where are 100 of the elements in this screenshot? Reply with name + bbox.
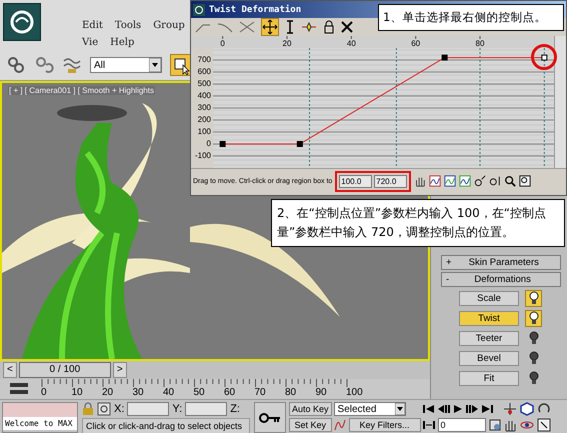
menu-item[interactable]: Edit [82, 20, 103, 33]
vertical-scrollbar[interactable] [554, 36, 566, 168]
control-point[interactable] [541, 54, 548, 61]
cross-curves-icon[interactable] [239, 20, 255, 34]
deformation-button[interactable]: Bevel [459, 350, 519, 366]
x-coordinate-field[interactable] [127, 402, 170, 416]
bulb-toggle[interactable] [525, 310, 542, 326]
deformation-button[interactable]: Fit [459, 370, 519, 386]
key-mode-icon[interactable] [422, 420, 435, 430]
delete-icon[interactable] [341, 21, 353, 33]
rollout-title: Deformations [473, 274, 532, 285]
previous-frame-button[interactable]: < [3, 362, 17, 378]
deformation-button[interactable]: Scale [459, 290, 519, 306]
dropdown-arrow-icon[interactable] [149, 58, 161, 72]
wave-icon[interactable] [62, 55, 82, 75]
zoom-vertical-icon[interactable] [459, 175, 472, 187]
callout-note: 1、单击选择最右侧的控制点。 [378, 4, 564, 31]
lightbulb-icon [528, 311, 538, 325]
axis-tick-label: 600 [198, 67, 211, 76]
viewport-label[interactable]: [ + ] [ Camera001 ] [ Smooth + Highlights [8, 86, 155, 95]
zoom-box-icon[interactable] [519, 175, 532, 187]
key-icon [259, 412, 281, 422]
rollout-toggle[interactable]: - [446, 274, 450, 285]
play-icon[interactable] [452, 404, 463, 414]
y-coordinate-field[interactable] [185, 402, 228, 416]
axis-tick-label: -100 [194, 151, 211, 160]
lock-icon[interactable] [323, 20, 335, 34]
y-label: Y: [172, 403, 182, 415]
move-tool-icon[interactable] [261, 18, 279, 36]
lightbulb-icon [528, 331, 538, 345]
window-icon [193, 4, 205, 16]
control-point[interactable] [296, 141, 303, 147]
lightbulb-icon [528, 371, 538, 385]
scale-tool-icon[interactable] [285, 20, 295, 34]
rollout-title: Skin Parameters [468, 257, 540, 268]
rollout-header[interactable]: - Deformations [441, 272, 561, 287]
frame-tick-label: 30 [132, 387, 144, 398]
point-amount-field[interactable]: 720.0 [374, 174, 408, 188]
hand-icon[interactable] [502, 418, 517, 432]
deformation-button[interactable]: Twist [459, 310, 519, 326]
menu-item[interactable]: Vie [82, 37, 98, 50]
listener-output[interactable]: Welcome to MAX [3, 417, 77, 430]
axis-tick-label: 0 [220, 39, 225, 48]
maximize-icon[interactable] [536, 418, 551, 432]
crosshair-icon[interactable] [97, 402, 111, 416]
zoom-region-icon[interactable] [489, 175, 502, 187]
rollout-header[interactable]: + Skin Parameters [441, 255, 561, 270]
link-icon[interactable] [6, 55, 26, 75]
key-filters-button[interactable]: Key Filters... [348, 418, 421, 432]
next-key-icon[interactable] [466, 404, 478, 414]
set-key-mode-button[interactable]: Set Key [289, 418, 332, 432]
prompt-text: Click or click-and-drag to select objects [82, 418, 250, 433]
listener-input[interactable] [3, 403, 77, 417]
x-label: X: [114, 403, 124, 415]
magnifier-icon[interactable] [504, 175, 516, 187]
frame-tick-label: 50 [194, 387, 205, 398]
unlink-icon[interactable] [34, 55, 54, 75]
axis-tick-label: 200 [198, 115, 211, 124]
frame-tick-label: 40 [163, 387, 174, 398]
control-point[interactable] [442, 54, 448, 61]
frame-tick-label: 70 [254, 387, 266, 398]
go-to-start-icon[interactable] [422, 404, 435, 414]
menu-item[interactable]: Tools [114, 20, 142, 33]
menu-item[interactable]: Group [153, 20, 185, 33]
time-slider-thumb[interactable]: 0 / 100 [18, 362, 111, 378]
time-configuration-icon[interactable] [488, 419, 501, 431]
dropdown-arrow-icon[interactable] [394, 403, 405, 415]
deformation-button[interactable]: Teeter [459, 330, 519, 346]
axis-tick-label: 400 [198, 91, 211, 100]
app-logo[interactable] [3, 3, 41, 41]
rollout-toggle[interactable]: + [446, 257, 452, 268]
zoom-in-icon[interactable] [474, 175, 486, 187]
zoom-extents-icon[interactable] [429, 175, 442, 187]
set-key-button[interactable] [254, 402, 286, 433]
current-frame-field[interactable]: 0 [438, 418, 486, 432]
axis-tick-label: 100 [198, 127, 211, 136]
select-object-icon[interactable] [170, 54, 192, 76]
timeline-ruler[interactable] [40, 379, 348, 388]
bulb-toggle[interactable] [525, 290, 542, 306]
tangent-icon[interactable] [334, 418, 346, 432]
orbit-cube-icon[interactable] [520, 402, 534, 416]
key-mode-dropdown[interactable]: Selected [334, 402, 406, 416]
axis-tick-label: 500 [198, 79, 211, 88]
frame-tick-label: 0 [41, 387, 47, 398]
frame-tick-label: 60 [224, 387, 236, 398]
next-frame-button[interactable]: > [112, 362, 127, 378]
axis-tick-label: 700 [198, 55, 211, 64]
axis-tick-label: 40 [346, 39, 356, 48]
insert-point-icon[interactable] [301, 20, 317, 34]
menu-item[interactable]: Help [110, 37, 134, 50]
go-to-end-icon[interactable] [480, 404, 493, 414]
zoom-horizontal-icon[interactable] [444, 175, 456, 187]
control-point[interactable] [220, 141, 226, 147]
window-title: Twist Deformation [209, 4, 302, 14]
auto-key-button[interactable]: Auto Key [289, 402, 332, 416]
point-position-field[interactable]: 100.0 [339, 174, 372, 188]
axis-tick-label: 60 [411, 39, 420, 48]
selection-filter-dropdown[interactable]: All [90, 57, 162, 73]
previous-key-icon[interactable] [438, 404, 450, 414]
axis-tick-label: 80 [476, 39, 484, 48]
